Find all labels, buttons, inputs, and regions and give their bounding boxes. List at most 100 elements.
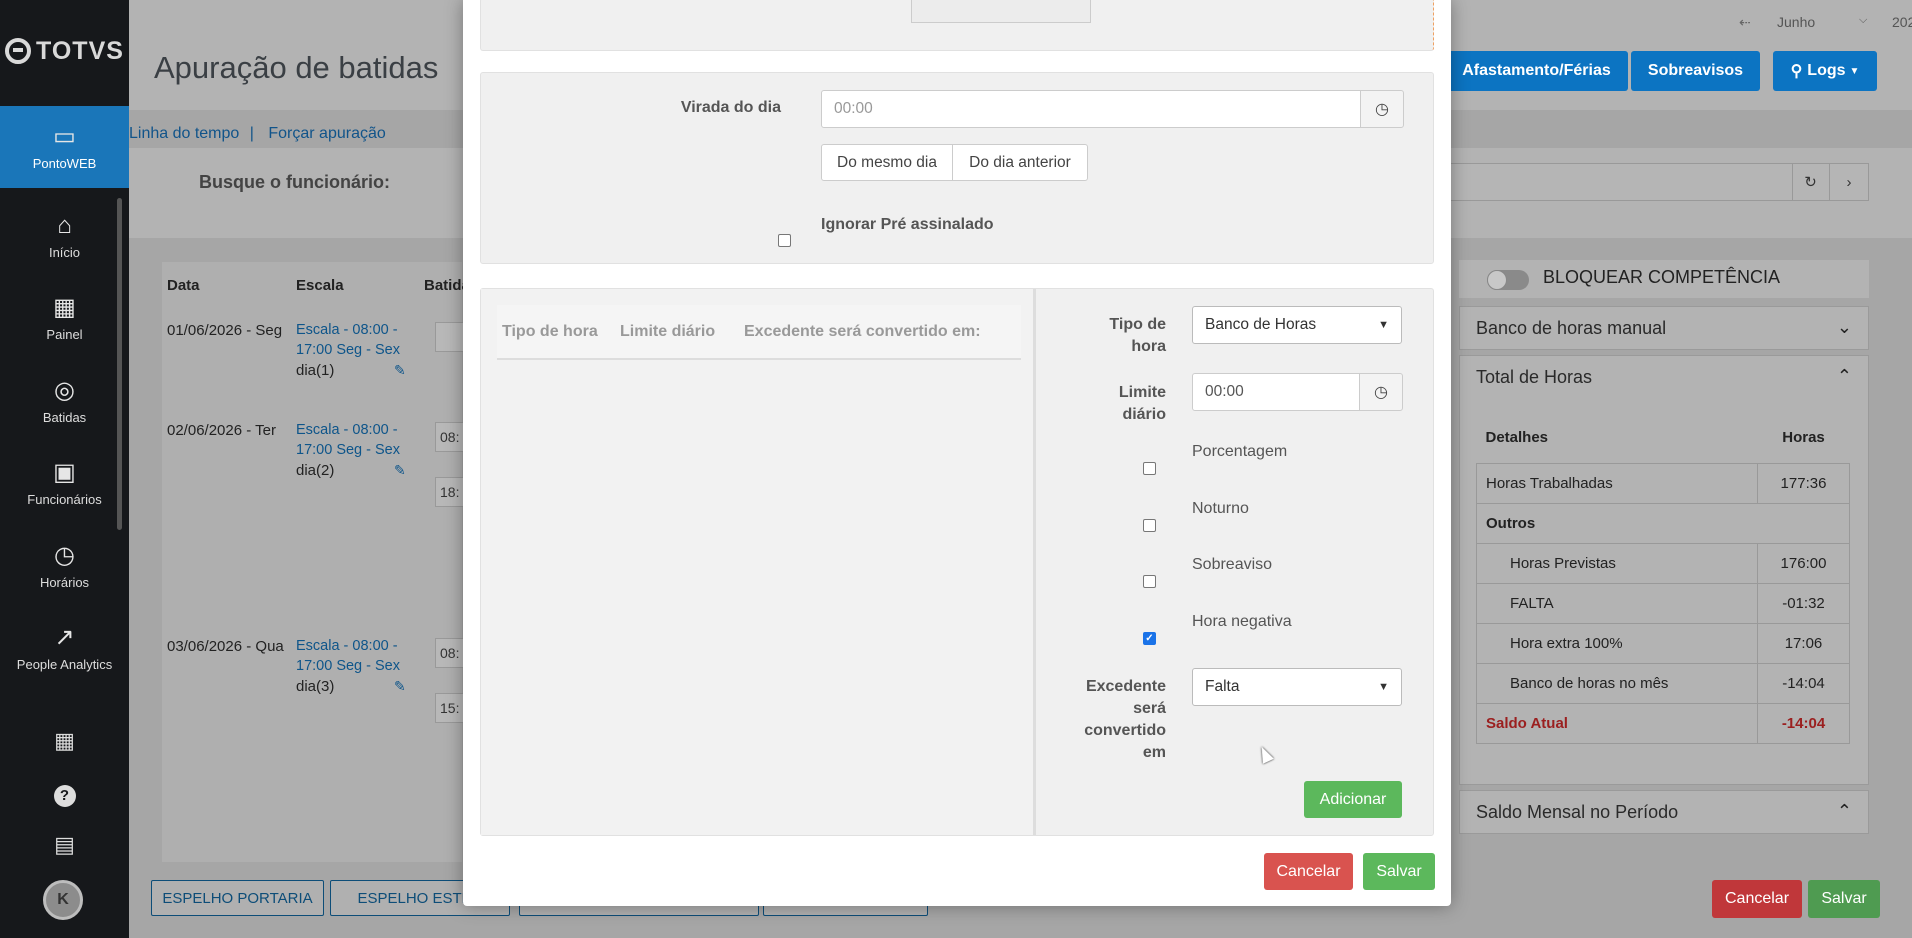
grid-header-tipo: Tipo de hora xyxy=(502,323,598,340)
row-label: Outros xyxy=(1476,502,1850,544)
mesmo-dia-button[interactable]: Do mesmo dia xyxy=(821,144,953,181)
row-escala-link[interactable]: Escala - 08:00 - 17:00 Seg - Sex xyxy=(296,420,416,460)
table-row: FALTA -01:32 xyxy=(1476,582,1850,624)
edit-pencil-icon[interactable]: ✎ xyxy=(394,362,406,379)
totvs-logo-icon xyxy=(5,38,32,64)
saldo-label: Saldo Atual xyxy=(1476,702,1758,744)
link-separator: | xyxy=(249,125,254,142)
batida-input[interactable]: 15: xyxy=(435,693,465,723)
virada-input[interactable]: 00:00 xyxy=(821,90,1361,128)
sidebar-item-funcionarios[interactable]: ▣ Funcionários xyxy=(0,442,129,524)
modal-save-button[interactable]: Salvar xyxy=(1363,853,1435,890)
saldo-value: -14:04 xyxy=(1757,702,1850,744)
month-select[interactable]: Junho xyxy=(1777,14,1867,30)
table-header-row: Detalhes Horas xyxy=(1477,413,1850,463)
noturno-checkbox[interactable] xyxy=(1143,519,1156,532)
espelho-portaria-button[interactable]: ESPELHO PORTARIA xyxy=(151,880,324,916)
noturno-label: Noturno xyxy=(1192,500,1249,517)
row-date: 03/06/2026 - Qua xyxy=(167,638,284,655)
batida-input[interactable]: 08: xyxy=(435,422,465,452)
ignorar-checkbox[interactable] xyxy=(778,234,791,247)
row-escala-link[interactable]: Escala - 08:00 - 17:00 Seg - Sex xyxy=(296,320,416,360)
sidebar-item-label: Funcionários xyxy=(27,491,102,507)
sobreaviso-label: Sobreaviso xyxy=(1192,556,1273,573)
year-select[interactable]: 2026 xyxy=(1892,14,1912,30)
dia-anterior-button[interactable]: Do dia anterior xyxy=(952,144,1088,181)
hora-negativa-label: Hora negativa xyxy=(1192,613,1292,630)
chevron-down-icon: ▼ xyxy=(1378,319,1389,331)
col-header-detalhes: Detalhes xyxy=(1485,429,1549,447)
sidebar-item-pontoweb[interactable]: ▭ PontoWEB xyxy=(0,106,129,188)
page-cancel-button[interactable]: Cancelar xyxy=(1712,880,1802,918)
page-save-button[interactable]: Salvar xyxy=(1808,880,1880,918)
afastamento-button[interactable]: Afastamento/Férias xyxy=(1445,51,1628,91)
force-apuracao-link[interactable]: Forçar apuração xyxy=(268,125,385,142)
row-escala-link[interactable]: Escala - 08:00 - 17:00 Seg - Sex xyxy=(296,636,416,676)
row-value: -01:32 xyxy=(1757,582,1850,624)
row-date: 01/06/2026 - Seg xyxy=(167,322,283,339)
sidebar-item-painel[interactable]: ▦ Painel xyxy=(0,277,129,359)
adicionar-button[interactable]: Adicionar xyxy=(1304,781,1402,818)
avatar[interactable]: K xyxy=(43,880,83,920)
saldo-row: Saldo Atual -14:04 xyxy=(1476,702,1850,744)
bloquear-panel: BLOQUEAR COMPETÊNCIA xyxy=(1459,260,1869,298)
row-dia: dia(1) xyxy=(296,362,335,379)
tipo-hora-select[interactable]: Banco de Horas ▼ xyxy=(1192,306,1402,344)
sidebar: TOTVS ▭ PontoWEB ⌂ Início ▦ Painel ◎ Batidas… xyxy=(0,0,129,938)
porcentagem-checkbox[interactable] xyxy=(1143,462,1156,475)
clock-icon[interactable]: ◷ xyxy=(1359,373,1403,411)
limite-input[interactable]: 00:00 xyxy=(1192,373,1360,411)
top-button-partial[interactable] xyxy=(911,0,1091,23)
excedente-label: Excedente será convertido em xyxy=(1084,678,1166,761)
bloquear-toggle[interactable] xyxy=(1487,270,1529,290)
chevron-up-icon[interactable]: ⌃ xyxy=(1837,366,1852,387)
tipo-hora-value: Banco de Horas xyxy=(1205,316,1317,333)
sobreaviso-checkbox[interactable] xyxy=(1143,575,1156,588)
avatar-initial: K xyxy=(57,891,69,908)
table-row: Hora extra 100% 17:06 xyxy=(1476,622,1850,664)
totvs-logo[interactable]: TOTVS xyxy=(0,30,129,72)
sidebar-item-batidas[interactable]: ◎ Batidas xyxy=(0,360,129,442)
prev-month-icon[interactable]: ⇠ xyxy=(1739,14,1751,31)
limite-label: Limite diário xyxy=(1118,384,1166,423)
chevron-up-icon: ⌃ xyxy=(1836,801,1852,821)
col-header-horas: Horas xyxy=(1782,429,1825,447)
table-row: Banco de horas no mês -14:04 xyxy=(1476,662,1850,704)
caret-down-icon: ▼ xyxy=(1849,65,1860,77)
modal-dialog: Virada do dia 00:00 ◷ Do mesmo dia Do di… xyxy=(463,0,1451,906)
home-icon: ⌂ xyxy=(57,211,72,239)
refresh-icon[interactable]: ↻ xyxy=(1792,163,1828,201)
search-icon: ⚲ xyxy=(1790,63,1803,80)
saldo-mensal-panel[interactable]: Saldo Mensal no Período ⌃ xyxy=(1459,790,1869,834)
row-label: Horas Previstas xyxy=(1476,542,1758,584)
batida-input[interactable]: 08: xyxy=(435,638,465,668)
next-employee-button[interactable]: › xyxy=(1829,163,1869,201)
batida-input[interactable]: 18: xyxy=(435,477,465,507)
edit-pencil-icon[interactable]: ✎ xyxy=(394,678,406,695)
building-icon[interactable]: ▤ xyxy=(0,832,129,858)
sidebar-item-inicio[interactable]: ⌂ Início xyxy=(0,195,129,277)
clock-icon[interactable]: ◷ xyxy=(1360,90,1404,128)
logs-button[interactable]: ⚲ Logs ▼ xyxy=(1773,51,1877,91)
sobreavisos-button[interactable]: Sobreavisos xyxy=(1631,51,1760,91)
sidebar-item-horarios[interactable]: ◷ Horários xyxy=(0,525,129,607)
hora-negativa-checkbox[interactable]: ✓ xyxy=(1143,632,1156,645)
banco-manual-panel[interactable]: Banco de horas manual ⌄ xyxy=(1459,306,1869,350)
porcentagem-label: Porcentagem xyxy=(1192,443,1288,460)
help-icon[interactable]: ? xyxy=(0,780,129,807)
row-label: Horas Trabalhadas xyxy=(1476,462,1758,504)
excedente-select[interactable]: Falta ▼ xyxy=(1192,668,1402,706)
sidebar-scrollbar[interactable] xyxy=(117,198,122,530)
edit-pencil-icon[interactable]: ✎ xyxy=(394,462,406,479)
virada-section: Virada do dia 00:00 ◷ Do mesmo dia Do di… xyxy=(480,72,1434,264)
sidebar-item-people-analytics[interactable]: ↗ People Analytics xyxy=(0,607,129,689)
timeline-link[interactable]: Linha do tempo xyxy=(129,125,239,142)
batida-input[interactable] xyxy=(435,322,465,352)
total-horas-title[interactable]: Total de Horas xyxy=(1476,367,1592,388)
banco-manual-title: Banco de horas manual xyxy=(1476,318,1667,338)
apps-grid-icon[interactable]: ▦ xyxy=(0,728,129,754)
modal-cancel-button[interactable]: Cancelar xyxy=(1264,853,1353,890)
virada-label: Virada do dia xyxy=(680,99,781,116)
chevron-down-icon: ⌵ xyxy=(1859,14,1868,26)
ignorar-label: Ignorar Pré assinalado xyxy=(821,216,994,233)
